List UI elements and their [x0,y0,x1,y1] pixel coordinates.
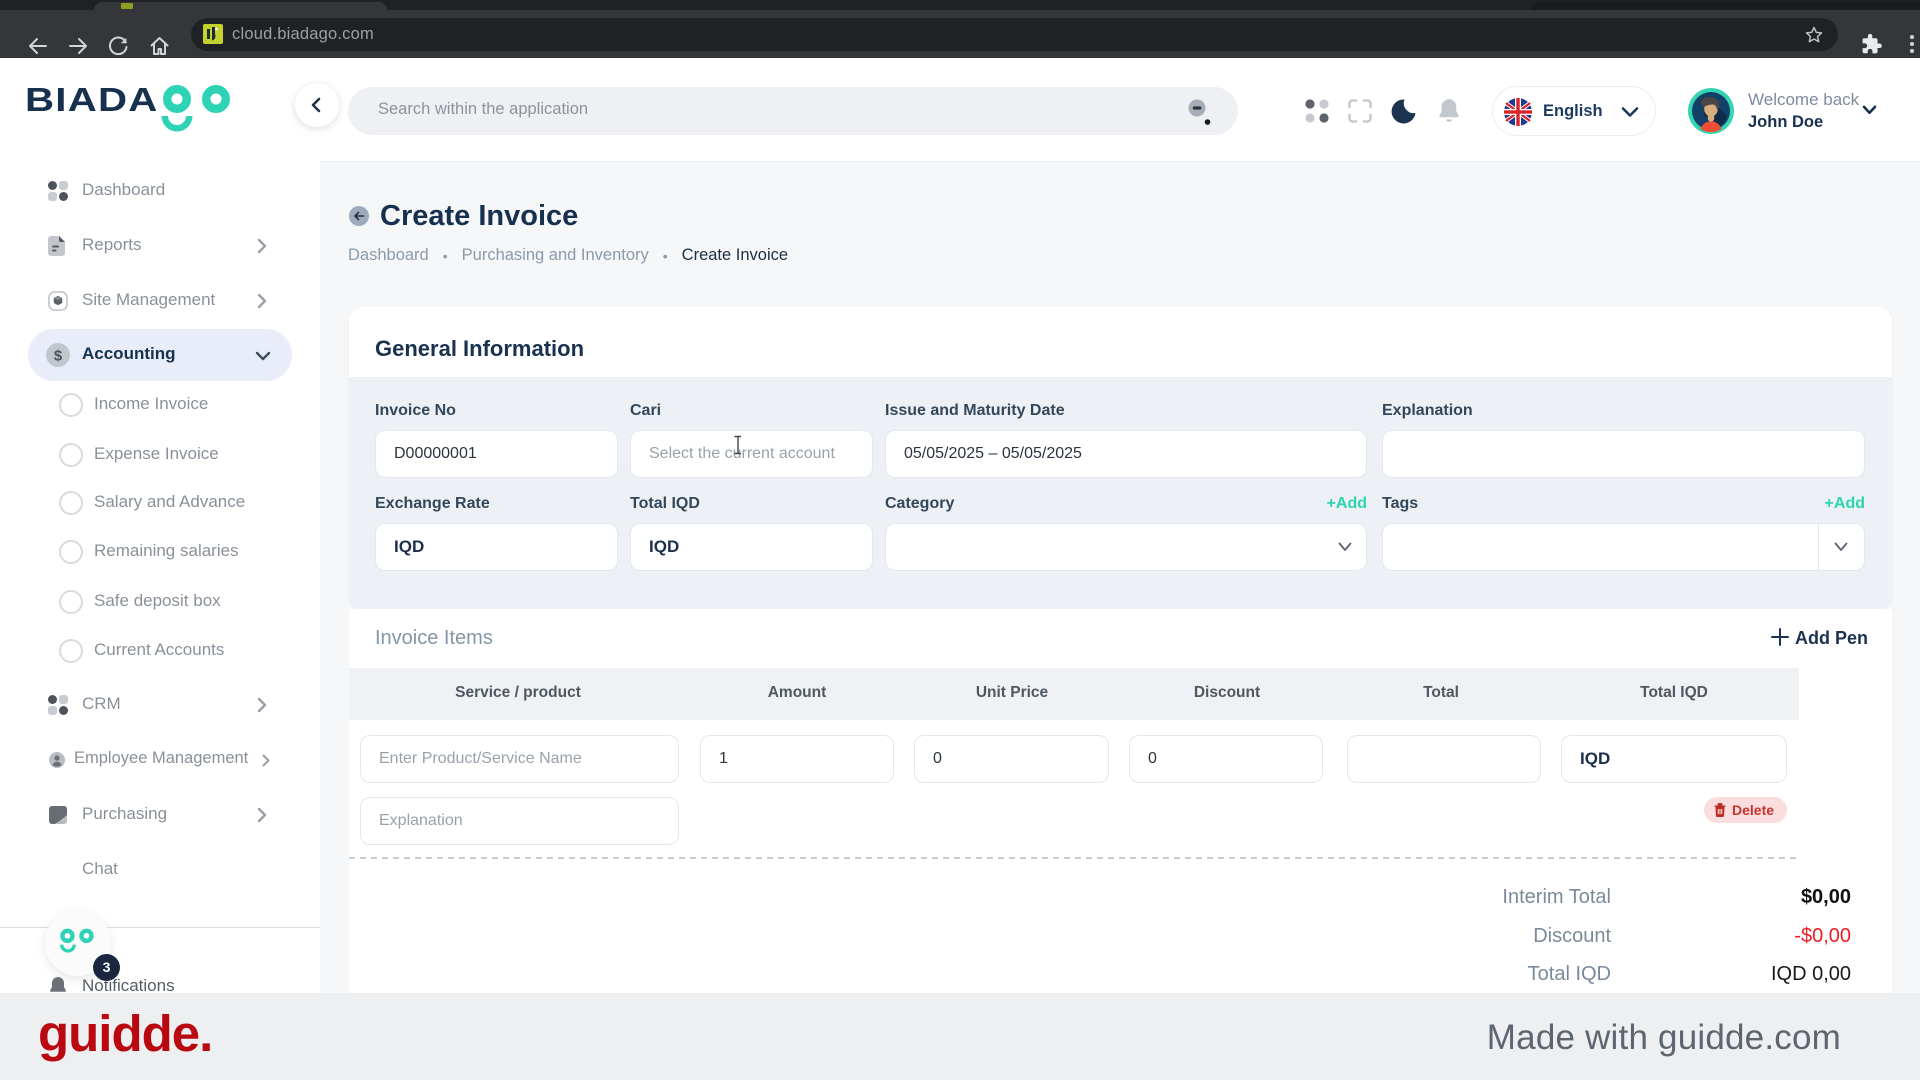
svg-text:$: $ [54,348,63,365]
